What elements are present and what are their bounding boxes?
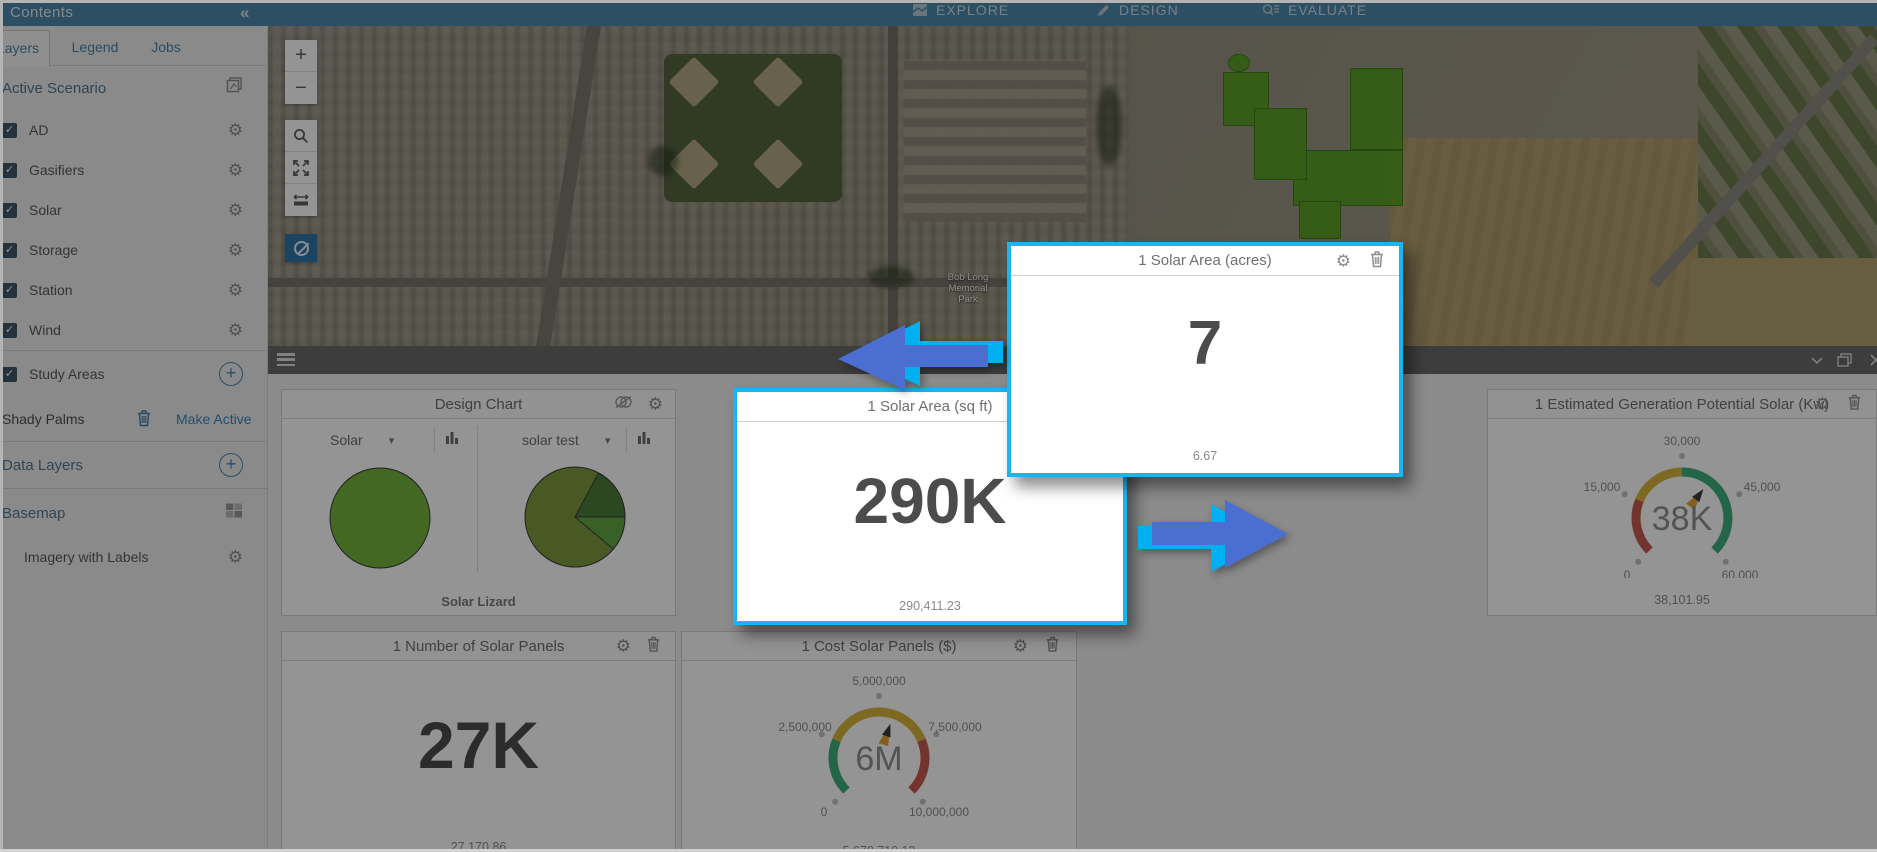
card-title: 1 Solar Area (sq ft) [867,398,992,415]
card-delete-trash-icon[interactable] [1369,250,1385,272]
geoplanner-app-window: Bob Long Memorial Park + − [0,0,1877,852]
solar-area-acres-card[interactable]: 1 Solar Area (acres) ⚙ 7 6.67 [1007,242,1403,477]
window-border [0,0,1877,3]
acres-card-header[interactable]: 1 Solar Area (acres) ⚙ [1011,246,1399,276]
card-settings-gear-icon[interactable]: ⚙ [1336,252,1351,269]
card-subvalue: 6.67 [1011,449,1399,463]
card-subvalue: 290,411.23 [737,599,1123,613]
indicator-value: 7 [1011,308,1399,379]
card-title: 1 Solar Area (acres) [1138,252,1271,269]
left-drag-arrow [820,318,1010,396]
right-drag-arrow [1125,492,1310,577]
window-border [0,0,3,852]
